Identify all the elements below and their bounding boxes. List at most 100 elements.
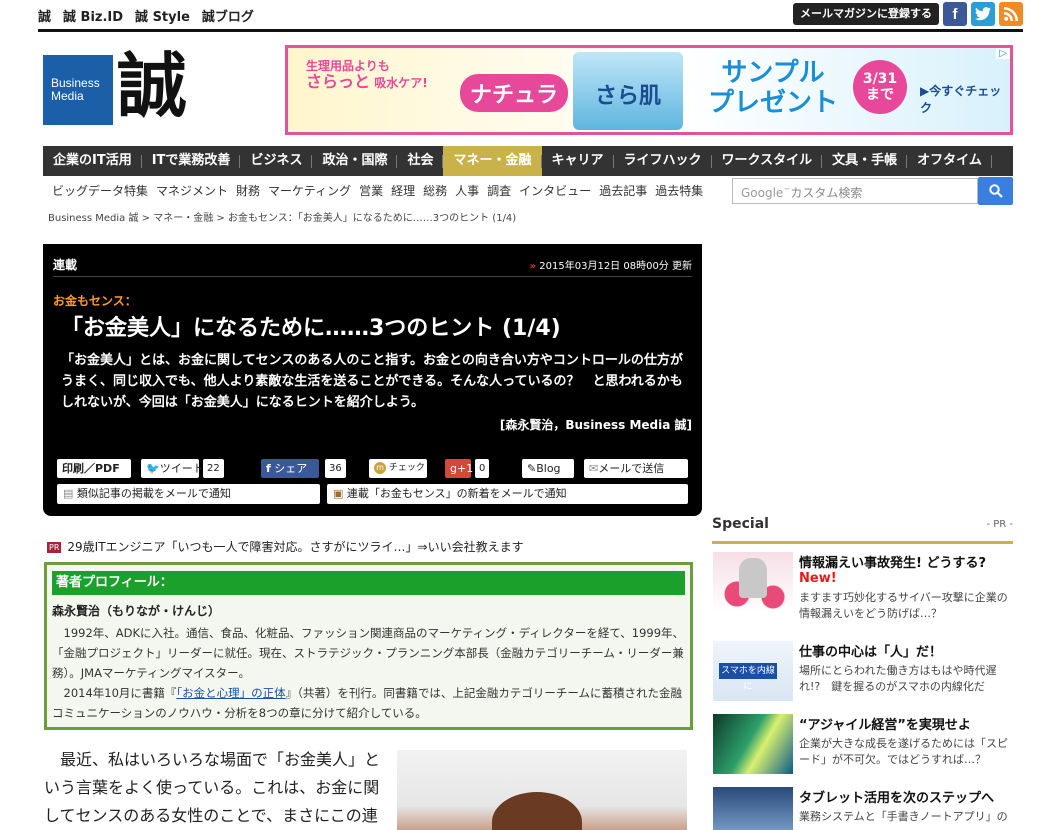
topnav-style[interactable]: 誠 Style <box>135 6 190 25</box>
special-item-2-title[interactable]: 仕事の中心は「人」だ！ <box>799 641 942 660</box>
mainnav-it[interactable]: 企業のIT活用 <box>43 146 142 176</box>
gplus-count: 0 <box>475 459 490 478</box>
adchoices-icon[interactable]: ▷ <box>996 48 1010 59</box>
subnav-finance[interactable]: 財務 <box>236 182 260 199</box>
article-photo <box>397 750 687 830</box>
article-kicker[interactable]: お金もセンス： <box>53 292 137 309</box>
series-mail-button[interactable]: ▣ 連載「お金もセンス」の新着をメールで通知 <box>327 484 688 504</box>
subnav-accounting[interactable]: 経理 <box>391 182 415 199</box>
special-item-4-title[interactable]: タブレット活用を次のステップへ <box>799 787 994 806</box>
article-body: 最近、私はいろいろな場面で「お金美人」という言葉をよく使っている。これは、お金に… <box>44 750 381 825</box>
article-date: » 2015年03月12日 08時00分 更新 <box>530 257 692 272</box>
banner-brand: ナチュラ <box>460 74 569 112</box>
mainnav-offtime[interactable]: オフタイム <box>907 146 992 176</box>
rss-icon[interactable] <box>999 2 1023 26</box>
banner-cta[interactable]: ▶今すぐチェック <box>920 82 1010 116</box>
subnav-interview[interactable]: インタビュー <box>519 182 591 199</box>
article-date-text: 2015年03月12日 08時00分 更新 <box>539 261 692 272</box>
mainnav-society[interactable]: 社会 <box>397 146 444 176</box>
facebook-icon[interactable]: f <box>943 2 967 26</box>
new-badge: New! <box>799 571 837 586</box>
mainnav-lifehack[interactable]: ライフハック <box>614 146 712 176</box>
sub-nav: ビッグデータ特集 マネジメント 財務 マーケティング 営業 経理 総務 人事 調… <box>52 182 703 199</box>
thumb-text: スマホを内線に <box>719 663 777 692</box>
book-link[interactable]: 「お金と心理」の正体 <box>176 686 285 700</box>
box-icon: ▣ <box>333 487 344 500</box>
tweet-button[interactable]: 🐦ツイート <box>141 459 204 478</box>
banner-text3: 吸水ケア! <box>374 76 428 90</box>
special-thumb-security <box>713 552 793 612</box>
topnav-bizid[interactable]: 誠 Biz.ID <box>63 6 123 25</box>
pr-badge: PR <box>47 542 62 553</box>
banner-present: プレゼント <box>708 88 839 118</box>
mainnav-career[interactable]: キャリア <box>542 146 614 176</box>
gplus-button[interactable]: g+1 <box>445 459 473 478</box>
mainnav-it-kaizen[interactable]: ITで業務改善 <box>142 146 241 176</box>
banner-sample-present: サンプル プレゼント <box>708 58 838 118</box>
logo-line2: Media <box>51 89 84 103</box>
subnav-archive[interactable]: 過去記事 <box>599 182 647 199</box>
banner-copy: 生理用品よりも さらっと 吸水ケア! <box>306 58 428 91</box>
search-placeholder: カスタム検索 <box>790 186 863 200</box>
print-pdf-button[interactable]: 印刷／PDF <box>57 459 131 478</box>
mail-icon: ✉ <box>589 462 599 475</box>
tweet-label: ツイート <box>159 462 204 475</box>
blog-button[interactable]: ✎Blog <box>522 459 574 478</box>
similar-article-mail-button[interactable]: ▤ 類似記事の掲載をメールで通知 <box>57 484 320 504</box>
profile-name: 森永賢治（もりなが・けんじ） <box>52 604 221 618</box>
special-item-1-title[interactable]: 情報漏えい事故発生! どうする? <box>799 552 986 571</box>
profile-heading: 著者プロフィール： <box>52 571 685 595</box>
mainnav-money[interactable]: マネー・金融 <box>443 146 542 176</box>
pr-link[interactable]: PR 29歳ITエンジニア「いつも一人で障害対応。さすがにツライ…」⇒いい会社教え… <box>47 538 524 555</box>
main-nav: 企業のIT活用 ITで業務改善 ビジネス 政治・国際 社会 マネー・金融 キャリ… <box>43 146 1013 176</box>
subnav-bigdata[interactable]: ビッグデータ特集 <box>52 182 148 199</box>
subnav-general-affairs[interactable]: 総務 <box>423 182 447 199</box>
document-icon: ▤ <box>63 487 74 500</box>
topnav-blog[interactable]: 誠ブログ <box>202 6 254 25</box>
hatena-check-button[interactable]: m チェック <box>369 459 427 478</box>
ad-banner[interactable]: 生理用品よりも さらっと 吸水ケア! ナチュラ さら肌 サンプル プレゼント 3… <box>285 45 1013 135</box>
mainnav-stationery[interactable]: 文具・手帳 <box>822 146 908 176</box>
subnav-past-features[interactable]: 過去特集 <box>655 182 703 199</box>
email-send-label: メールで送信 <box>598 462 665 475</box>
email-send-button[interactable]: ✉メールで送信 <box>584 459 688 478</box>
mainnav-business[interactable]: ビジネス <box>240 146 313 176</box>
special-pr-label: - PR - <box>986 519 1013 530</box>
site-logo[interactable]: Business Media 誠 <box>43 46 193 127</box>
mainnav-workstyle[interactable]: ワークスタイル <box>712 146 823 176</box>
facebook-f-icon: f <box>266 462 271 475</box>
special-item-4[interactable]: タブレット活用を次のステップへ 業務システムと「手書きノートアプリ」の <box>713 787 1013 830</box>
mailmag-register-button[interactable]: メールマガジンに登録する <box>793 3 939 25</box>
special-item-3-title[interactable]: “アジャイル経営”を実現せよ <box>799 714 971 733</box>
search-button[interactable] <box>978 177 1013 205</box>
pr-text: 29歳ITエンジニア「いつも一人で障害対応。さすがにツライ…」⇒いい会社教えます <box>67 540 524 554</box>
special-thumb-tablet <box>713 787 793 830</box>
topnav-makoto[interactable]: 誠 <box>38 6 51 25</box>
photo-person <box>492 792 582 830</box>
twitter-icon[interactable] <box>971 2 995 26</box>
subnav-hr[interactable]: 人事 <box>455 182 479 199</box>
subnav-marketing[interactable]: マーケティング <box>268 182 351 199</box>
profile-text2: 2014年10月に書籍『「お金と心理」の正体』（共著）を刊行。同書籍では、上記金… <box>52 683 687 723</box>
article-header: 連載 » 2015年03月12日 08時00分 更新 お金もセンス： 「お金美人… <box>43 244 702 516</box>
banner-date-badge: 3/31 まで <box>853 60 907 114</box>
mainnav-politics[interactable]: 政治・国際 <box>312 146 398 176</box>
search-icon <box>988 184 1003 198</box>
special-item-1[interactable]: 情報漏えい事故発生! どうする? New! ますます巧妙化するサイバー攻撃に企業… <box>713 552 1013 622</box>
profile-text1: 1992年、ADKに入社。通信、食品、化粧品、ファッション関連商品のマーケティン… <box>52 626 685 680</box>
article-lead: 「お金美人」とは、お金に関してセンスのある人のこと指す。お金との向き合い方やコン… <box>61 353 683 410</box>
check-label: チェック <box>388 463 425 473</box>
subnav-survey[interactable]: 調査 <box>487 182 511 199</box>
series-mail-label: 連載「お金もセンス」の新着をメールで通知 <box>346 487 567 500</box>
special-item-3[interactable]: “アジャイル経営”を実現せよ 企業が大きな成長を遂げるためには「スピード」が不可… <box>713 714 1013 784</box>
special-item-2-desc: 場所にとらわれた働き方はもはや時代遅れ!? 鍵を握るのがスマホの内線化だ <box>799 664 997 693</box>
fb-share-label: シェア <box>274 462 308 475</box>
fb-share-button[interactable]: f シェア <box>261 459 319 478</box>
subnav-sales[interactable]: 営業 <box>359 182 383 199</box>
banner-text2: さらっと <box>306 72 371 91</box>
banner-date2: まで <box>866 87 894 103</box>
search-input[interactable]: Google™カスタム検索 <box>732 178 978 204</box>
special-item-2[interactable]: スマホを内線に 仕事の中心は「人」だ！ 場所にとらわれた働き方はもはや時代遅れ!… <box>713 641 1013 711</box>
subnav-management[interactable]: マネジメント <box>156 182 228 199</box>
breadcrumb[interactable]: Business Media 誠 > マネー・金融 > お金もセンス：「お金美人… <box>48 209 516 224</box>
